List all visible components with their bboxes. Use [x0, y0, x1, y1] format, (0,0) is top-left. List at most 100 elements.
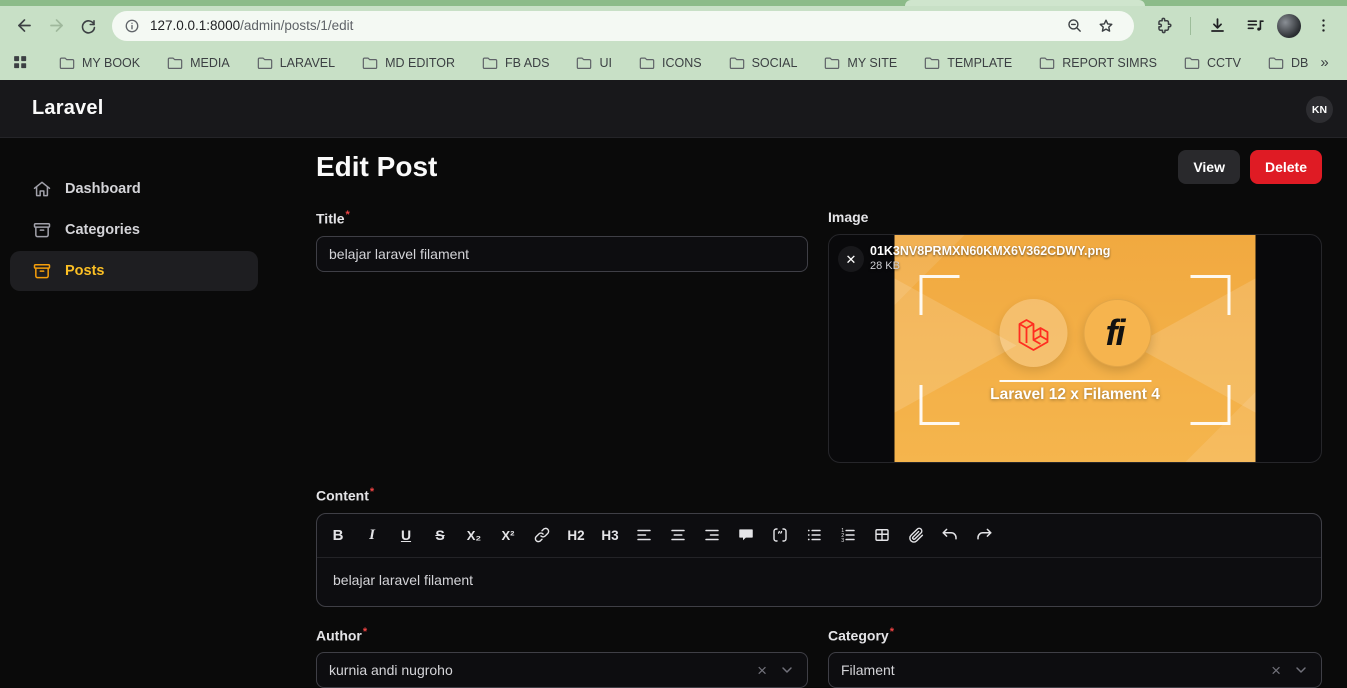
media-playlist-icon[interactable] — [1239, 10, 1271, 42]
table-button[interactable] — [871, 521, 893, 549]
browser-window: 127.0.0.1:8000/admin/posts/1/edit — [0, 0, 1347, 688]
bookmark-star-icon[interactable] — [1090, 11, 1122, 41]
reload-icon[interactable] — [72, 10, 104, 42]
profile-avatar[interactable] — [1277, 14, 1301, 38]
italic-button[interactable]: I — [361, 521, 383, 549]
bookmark-folder[interactable]: MY BOOK — [59, 56, 140, 70]
align-center-button[interactable] — [667, 521, 689, 549]
view-button[interactable]: View — [1178, 150, 1240, 184]
folder-icon — [1039, 56, 1055, 70]
h2-button[interactable]: H2 — [565, 521, 587, 549]
undo-icon — [941, 526, 959, 544]
folder-icon — [639, 56, 655, 70]
menu-dots-icon[interactable] — [1307, 10, 1339, 42]
category-select[interactable]: Filament × — [828, 652, 1322, 688]
bookmark-folder[interactable]: UI — [576, 56, 612, 70]
ordered-list-button[interactable]: 123 — [837, 521, 859, 549]
sidebar-item-categories[interactable]: Categories — [10, 210, 258, 250]
h3-button[interactable]: H3 — [599, 521, 621, 549]
folder-icon — [59, 56, 75, 70]
table-icon — [873, 526, 891, 544]
undo-button[interactable] — [939, 521, 961, 549]
folder-icon — [167, 56, 183, 70]
redo-button[interactable] — [973, 521, 995, 549]
laravel-logo — [999, 299, 1067, 367]
address-bar[interactable]: 127.0.0.1:8000/admin/posts/1/edit — [112, 11, 1134, 41]
sidebar-item-label: Posts — [65, 263, 105, 279]
brand-logo[interactable]: Laravel — [32, 97, 103, 120]
clear-selection-icon[interactable]: × — [757, 662, 767, 679]
bookmark-folder[interactable]: MD EDITOR — [362, 56, 455, 70]
strikethrough-button[interactable]: S — [429, 521, 451, 549]
folder-icon — [482, 56, 498, 70]
clear-selection-icon[interactable]: × — [1271, 662, 1281, 679]
bookmark-folder[interactable]: MY SITE — [824, 56, 897, 70]
author-field-group: Author* kurnia andi nugroho × — [316, 626, 808, 688]
bookmark-folder[interactable]: SOCIAL — [729, 56, 798, 70]
subscript-button[interactable]: X₂ — [463, 521, 485, 549]
remove-file-button[interactable]: ✕ — [838, 246, 864, 272]
toolbar-divider — [1190, 17, 1191, 35]
file-meta: 01K3NV8PRMXN60KMX6V362CDWY.png 28 KB — [870, 244, 1110, 272]
bookmark-folder[interactable]: DB — [1268, 56, 1308, 70]
bookmarks-overflow-chevron[interactable]: » — [1308, 54, 1340, 71]
code-block-icon — [771, 526, 789, 544]
code-block-button[interactable] — [769, 521, 791, 549]
zoom-out-icon[interactable] — [1058, 11, 1090, 41]
blockquote-button[interactable] — [735, 521, 757, 549]
app-header: Laravel KN — [0, 80, 1347, 138]
align-end-button[interactable] — [701, 521, 723, 549]
author-label: Author* — [316, 626, 808, 644]
category-field-group: Category* Filament × — [828, 626, 1322, 688]
toolbar-right — [1148, 10, 1339, 42]
archive-box-icon — [32, 261, 52, 281]
blockquote-icon — [737, 526, 755, 544]
bookmarks-bar: MY BOOK MEDIA LARAVEL MD EDITOR — [0, 45, 1347, 80]
align-center-icon — [669, 526, 687, 544]
bookmark-folder[interactable]: LARAVEL — [257, 56, 335, 70]
chevron-down-icon[interactable] — [1293, 662, 1309, 678]
apps-grid-icon[interactable] — [12, 54, 29, 71]
link-button[interactable] — [531, 521, 553, 549]
bookmark-folder[interactable]: CCTV — [1184, 56, 1241, 70]
sidebar-item-label: Dashboard — [65, 181, 141, 197]
extensions-icon[interactable] — [1148, 10, 1180, 42]
url-text: 127.0.0.1:8000/admin/posts/1/edit — [150, 18, 1058, 33]
folder-icon — [729, 56, 745, 70]
forward-icon[interactable] — [40, 10, 72, 42]
bookmark-folder[interactable]: REPORT SIMRS — [1039, 56, 1157, 70]
downloads-icon[interactable] — [1201, 10, 1233, 42]
chevron-down-icon[interactable] — [779, 662, 795, 678]
link-icon — [533, 526, 551, 544]
bookmark-folder[interactable]: FB ADS — [482, 56, 549, 70]
underline-button[interactable]: U — [395, 521, 417, 549]
required-asterisk: * — [363, 626, 367, 638]
sidebar-item-dashboard[interactable]: Dashboard — [10, 169, 258, 209]
image-label: Image — [828, 209, 1322, 225]
title-input[interactable] — [316, 236, 808, 272]
editor-content[interactable]: belajar laravel filament — [317, 558, 1321, 606]
bookmark-folder[interactable]: TEMPLATE — [924, 56, 1012, 70]
required-asterisk: * — [346, 209, 350, 221]
image-upload-box[interactable]: ✕ 01K3NV8PRMXN60KMX6V362CDWY.png 28 KB — [828, 234, 1322, 463]
align-start-button[interactable] — [633, 521, 655, 549]
sidebar: Dashboard Categories Posts — [0, 139, 268, 688]
delete-button[interactable]: Delete — [1250, 150, 1322, 184]
bullet-list-button[interactable] — [803, 521, 825, 549]
back-icon[interactable] — [8, 10, 40, 42]
image-field-group: Image ✕ 01K3NV8PRMXN60KMX6V362CDWY.png 2… — [828, 209, 1322, 463]
align-start-icon — [635, 526, 653, 544]
content-field-group: Content* B I U S X₂ X² H2 H3 — [316, 486, 1322, 607]
attach-files-button[interactable] — [905, 521, 927, 549]
bold-button[interactable]: B — [327, 521, 349, 549]
user-avatar[interactable]: KN — [1306, 96, 1333, 123]
bookmark-folder[interactable]: MEDIA — [167, 56, 230, 70]
folder-icon — [1268, 56, 1284, 70]
superscript-button[interactable]: X² — [497, 521, 519, 549]
site-info-icon[interactable] — [124, 18, 140, 34]
rich-text-editor: B I U S X₂ X² H2 H3 — [316, 513, 1322, 607]
bookmark-folder[interactable]: ICONS — [639, 56, 702, 70]
align-end-icon — [703, 526, 721, 544]
author-select[interactable]: kurnia andi nugroho × — [316, 652, 808, 688]
sidebar-item-posts[interactable]: Posts — [10, 251, 258, 291]
